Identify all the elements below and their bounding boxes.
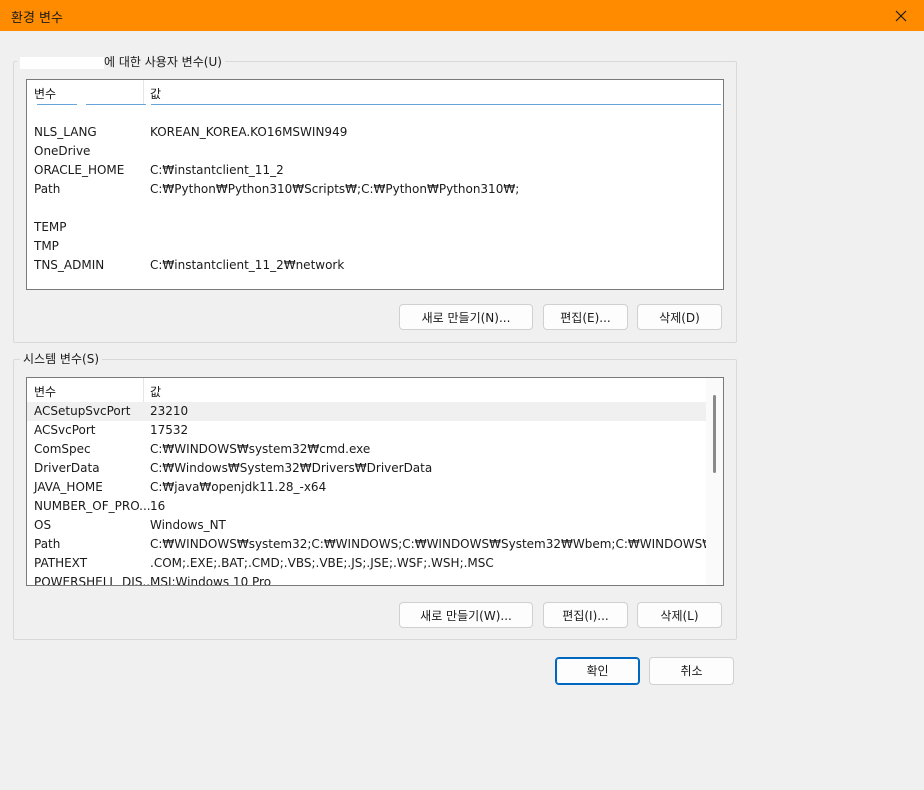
list-item[interactable]: TEMP <box>27 218 723 237</box>
user-new-button[interactable]: 새로 만들기(N)... <box>399 304 533 330</box>
list-item[interactable]: POWERSHELL_DIS... MSI:Windows 10 Pro <box>27 573 706 586</box>
ok-button[interactable]: 확인 <box>555 657 640 685</box>
variable-value: C:₩java₩openjdk11.28_-x64 <box>150 480 327 494</box>
list-item[interactable]: JAVA_HOME C:₩java₩openjdk11.28_-x64 <box>27 478 706 497</box>
variable-value: 23210 <box>150 404 189 418</box>
system-variables-list[interactable]: 변수 값 ACSetupSvcPort 23210 ACSvcPort 1753… <box>26 377 724 586</box>
variable-value: C:₩Python₩Python310₩Scripts₩;C:₩Python₩P… <box>150 182 520 196</box>
system-delete-button[interactable]: 삭제(L) <box>637 602 722 628</box>
system-variables-group-label: 시스템 변수(S) <box>20 350 102 367</box>
variable-value: C:₩WINDOWS₩system32;C:₩WINDOWS;C:₩WINDOW… <box>150 537 724 551</box>
list-item[interactable]: ORACLE_HOME C:₩instantclient_11_2 <box>27 161 723 180</box>
variable-value: C:₩Windows₩System32₩Drivers₩DriverData <box>150 461 433 475</box>
close-button[interactable] <box>878 0 924 31</box>
list-item[interactable]: OneDrive <box>27 142 723 161</box>
user-delete-button[interactable]: 삭제(D) <box>637 304 722 330</box>
variable-name: ComSpec <box>34 442 91 456</box>
variable-name: ACSvcPort <box>34 423 96 437</box>
variable-name: NUMBER_OF_PRO... <box>34 499 151 513</box>
variable-value: C:₩WINDOWS₩system32₩cmd.exe <box>150 442 371 456</box>
variable-name: NLS_LANG <box>34 125 97 139</box>
variable-value: Windows_NT <box>150 518 226 532</box>
scrollbar-thumb[interactable] <box>713 395 716 473</box>
variable-name: OneDrive <box>34 144 91 158</box>
variable-name: PATHEXT <box>34 556 88 570</box>
list-item[interactable]: TNS_ADMIN C:₩instantclient_11_2₩network <box>27 256 723 275</box>
variable-value: C:₩instantclient_11_2 <box>150 163 284 177</box>
list-item[interactable]: OS Windows_NT <box>27 516 706 535</box>
list-item[interactable]: PATHEXT .COM;.EXE;.BAT;.CMD;.VBS;.VBE;.J… <box>27 554 706 573</box>
user-list-header: 변수 값 <box>27 80 723 104</box>
system-edit-button[interactable]: 편집(I)... <box>543 602 628 628</box>
variable-name: JAVA_HOME <box>34 480 103 494</box>
column-header-value[interactable]: 값 <box>150 383 161 400</box>
redacted-row <box>31 102 721 122</box>
variable-value: KOREAN_KOREA.KO16MSWIN949 <box>150 125 348 139</box>
list-item[interactable]: DriverData C:₩Windows₩System32₩Drivers₩D… <box>27 459 706 478</box>
variable-name: ORACLE_HOME <box>34 163 125 177</box>
list-item[interactable]: ComSpec C:₩WINDOWS₩system32₩cmd.exe <box>27 440 706 459</box>
list-item[interactable]: ACSvcPort 17532 <box>27 421 706 440</box>
user-edit-button[interactable]: 편집(E)... <box>543 304 628 330</box>
list-item[interactable]: NUMBER_OF_PRO... 16 <box>27 497 706 516</box>
variable-value: C:₩instantclient_11_2₩network <box>150 258 345 272</box>
system-list-header: 변수 값 <box>27 378 706 402</box>
cancel-button[interactable]: 취소 <box>649 657 734 685</box>
column-header-name[interactable]: 변수 <box>34 383 56 400</box>
column-separator[interactable] <box>143 378 144 402</box>
redacted-username <box>20 56 104 69</box>
list-item[interactable]: Path C:₩Python₩Python310₩Scripts₩;C:₩Pyt… <box>27 180 723 199</box>
variable-value: 17532 <box>150 423 189 437</box>
list-item[interactable] <box>27 199 723 218</box>
variable-name: TMP <box>34 239 59 253</box>
variable-name: TEMP <box>34 220 67 234</box>
column-header-value[interactable]: 값 <box>150 85 161 102</box>
close-icon <box>895 10 907 21</box>
variable-value: MSI:Windows 10 Pro <box>150 575 272 586</box>
variable-name: Path <box>34 182 61 196</box>
vertical-scrollbar[interactable] <box>706 378 723 585</box>
list-item[interactable]: TMP <box>27 237 723 256</box>
variable-value: .COM;.EXE;.BAT;.CMD;.VBS;.VBE;.JS;.JSE;.… <box>150 556 494 570</box>
column-separator[interactable] <box>143 80 144 104</box>
variable-name: ACSetupSvcPort <box>34 404 131 418</box>
list-item[interactable]: Path C:₩WINDOWS₩system32;C:₩WINDOWS;C:₩W… <box>27 535 723 554</box>
list-item[interactable]: NLS_LANG KOREAN_KOREA.KO16MSWIN949 <box>27 123 723 142</box>
user-variables-list[interactable]: 변수 값 NLS_LANG KOREAN_KOREA.KO16MSWIN949 … <box>26 79 724 290</box>
variable-name: OS <box>34 518 52 532</box>
variable-name: POWERSHELL_DIS... <box>34 575 154 586</box>
variable-name: DriverData <box>34 461 100 475</box>
column-header-name[interactable]: 변수 <box>34 85 56 102</box>
variable-name: Path <box>34 537 61 551</box>
user-variables-group-label: 에 대한 사용자 변수(U) <box>17 53 225 70</box>
variable-name: TNS_ADMIN <box>34 258 105 272</box>
list-item[interactable]: ACSetupSvcPort 23210 <box>27 402 706 421</box>
window-title: 환경 변수 <box>11 11 63 26</box>
title-bar[interactable]: 환경 변수 <box>0 0 924 31</box>
system-new-button[interactable]: 새로 만들기(W)... <box>399 602 533 628</box>
variable-value: 16 <box>150 499 166 513</box>
